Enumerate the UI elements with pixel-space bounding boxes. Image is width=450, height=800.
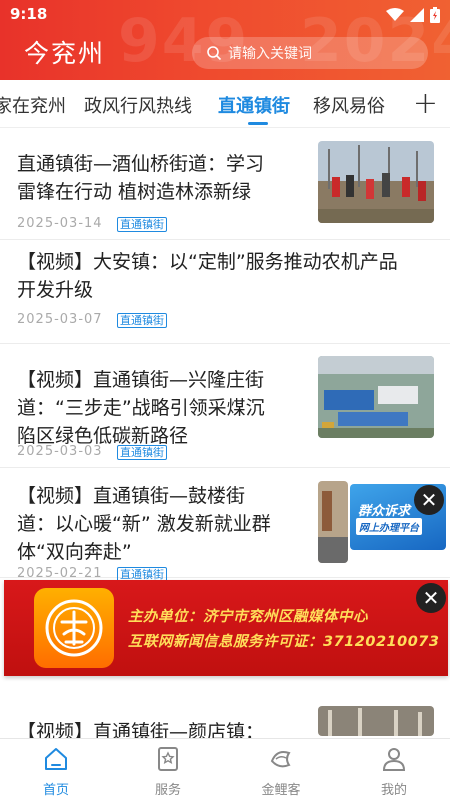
close-icon: ✕ — [420, 488, 438, 512]
status-bar: 9:18 — [0, 0, 450, 30]
tab-town-streets[interactable]: 直通镇街 — [218, 92, 290, 118]
close-ad-button[interactable]: ✕ — [414, 485, 444, 515]
add-channel-button[interactable]: + — [413, 86, 438, 121]
article-tag: 直通镇街 — [117, 445, 167, 460]
article-thumbnail — [318, 706, 434, 736]
street-scene-image — [318, 481, 348, 563]
nav-service[interactable]: 服务 — [128, 745, 208, 798]
nav-mine[interactable]: 我的 — [354, 745, 434, 798]
factory-aerial-image — [318, 356, 434, 438]
list-item[interactable]: 直通镇街—酒仙桥街道：学习 雷锋在行动 植树造林添新绿 2025-03-14 直… — [0, 128, 450, 240]
tree-planting-image — [318, 141, 434, 223]
title-line: 雷锋在行动 植树造林添新绿 — [17, 181, 252, 203]
title-line: 体“双向奔赴” — [17, 541, 132, 563]
service-icon — [158, 747, 178, 771]
signal-icon — [410, 8, 424, 22]
ad-subtitle: 网上办理平台 — [356, 518, 422, 535]
article-title: 【视频】直通镇街—兴隆庄街 道：“三步走”战略引领采煤沉 陷区绿色低碳新路径 — [17, 366, 307, 450]
article-title: 直通镇街—酒仙桥街道：学习 雷锋在行动 植树造林添新绿 — [17, 150, 307, 206]
list-item[interactable]: 【视频】直通镇街—兴隆庄街 道：“三步走”战略引领采煤沉 陷区绿色低碳新路径 2… — [0, 344, 450, 468]
tab-hotline[interactable]: 政风行风热线 — [84, 92, 192, 118]
channel-tabs: 家在兖州 政风行风热线 直通镇街 移风易俗 + — [0, 80, 450, 128]
wifi-icon — [386, 8, 404, 21]
nav-home[interactable]: 首页 — [16, 745, 96, 798]
tab-customs[interactable]: 移风易俗 — [313, 92, 385, 118]
article-date: 2025-03-03 — [17, 444, 103, 459]
article-title: 【视频】直通镇街—鼓楼街 道：以心暖“新” 激发新就业群 体“双向奔赴” — [17, 482, 317, 566]
status-icons — [386, 7, 440, 23]
app-header: 949 2024 9:18 今兖州 请输入关键词 — [0, 0, 450, 80]
license-banner: 主办单位：济宁市兖州区融媒体中心 互联网新闻信息服务许可证：3712021007… — [4, 580, 448, 676]
license-text: 互联网新闻信息服务许可证：37120210073 — [128, 634, 440, 650]
home-icon — [45, 748, 67, 770]
battery-icon — [430, 7, 440, 23]
article-date: 2025-03-14 — [17, 216, 103, 231]
close-banner-button[interactable]: ✕ — [416, 583, 446, 613]
active-tab-indicator — [248, 122, 268, 125]
nav-label: 首页 — [42, 783, 69, 798]
title-line: 开发升级 — [17, 279, 94, 301]
app-title: 今兖州 — [24, 39, 106, 68]
title-line: 【视频】大安镇：以“定制”服务推动农机产品 — [17, 251, 398, 273]
article-date: 2025-03-07 — [17, 312, 103, 327]
article-thumbnail — [318, 141, 434, 223]
search-placeholder: 请输入关键词 — [228, 46, 312, 62]
title-line: 直通镇街—酒仙桥街道：学习 — [17, 153, 265, 175]
list-item[interactable]: 【视频】大安镇：以“定制”服务推动农机产品 开发升级 2025-03-07 直通… — [0, 240, 450, 344]
search-input[interactable]: 请输入关键词 — [192, 37, 428, 69]
media-center-logo — [34, 588, 114, 668]
article-thumbnail — [318, 356, 434, 438]
title-line: 【视频】直通镇街—鼓楼街 — [17, 485, 246, 507]
article-tag: 直通镇街 — [117, 217, 167, 232]
nav-koi[interactable]: 金鲤客 — [241, 745, 321, 798]
ad-title: 群众诉求 — [358, 504, 411, 519]
nav-label: 服务 — [154, 783, 181, 798]
title-line: 道：以心暖“新” 激发新就业群 — [17, 513, 271, 535]
organizer-text: 主办单位：济宁市兖州区融媒体中心 — [128, 609, 368, 625]
title-line: 道：“三步走”战略引领采煤沉 — [17, 397, 265, 419]
bottom-navigation: 首页 服务 金鲤客 我的 — [0, 738, 450, 800]
title-line: 【视频】直通镇街—兴隆庄街 — [17, 369, 265, 391]
user-icon — [382, 748, 406, 771]
search-icon — [207, 46, 222, 61]
article-tag: 直通镇街 — [117, 313, 167, 328]
article-thumbnail — [318, 481, 348, 563]
article-title: 【视频】大安镇：以“定制”服务推动农机产品 开发升级 — [17, 248, 437, 304]
koi-icon — [270, 751, 291, 768]
close-icon: ✕ — [422, 586, 440, 610]
logo-emblem — [45, 599, 103, 657]
nav-label: 金鲤客 — [261, 783, 301, 798]
hall-image — [318, 706, 434, 736]
status-time: 9:18 — [10, 5, 48, 23]
nav-label: 我的 — [380, 783, 407, 798]
tab-home-in-yanzhou[interactable]: 家在兖州 — [0, 92, 66, 118]
